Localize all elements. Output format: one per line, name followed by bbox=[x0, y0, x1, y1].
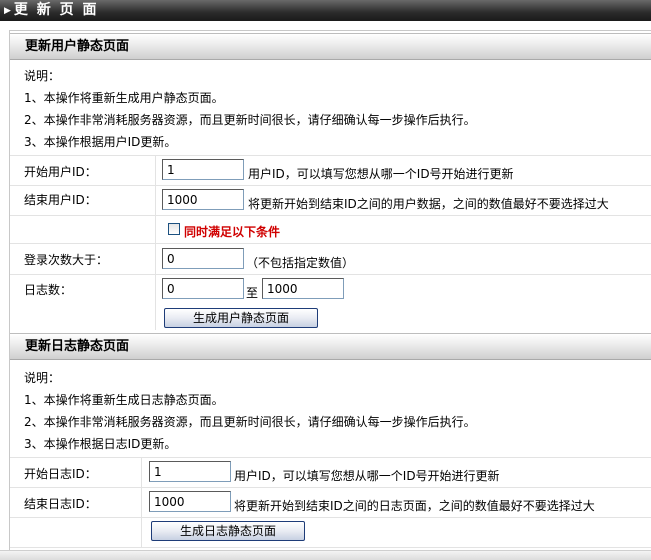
user-section-header: 更新用户静态页面 bbox=[10, 33, 651, 60]
login-count-hint: （不包括指定数值） bbox=[246, 256, 355, 270]
user-note-3: 3、本操作根据用户ID更新。 bbox=[24, 135, 177, 149]
page-title: 更 新 页 面 bbox=[13, 2, 99, 18]
end-log-id-hint: 将更新开始到结束ID之间的日志页面，之间的数值最好不要选择过大 bbox=[234, 499, 595, 513]
end-user-id-label: 结束用户ID： bbox=[24, 193, 97, 207]
horizontal-scrollbar[interactable] bbox=[0, 550, 651, 560]
log-note-1: 1、本操作将重新生成日志静态页面。 bbox=[24, 393, 224, 407]
same-conditions-label[interactable]: 同时满足以下条件 bbox=[184, 223, 280, 240]
end-log-id-label: 结束日志ID： bbox=[24, 497, 97, 511]
start-user-id-input[interactable] bbox=[162, 159, 244, 180]
page-title-bar: ▶ 更 新 页 面 bbox=[0, 0, 651, 21]
divider bbox=[10, 185, 651, 186]
divider bbox=[10, 215, 651, 216]
start-log-id-label: 开始日志ID： bbox=[24, 467, 97, 481]
divider bbox=[10, 547, 651, 548]
divider bbox=[10, 274, 651, 275]
log-section-header: 更新日志静态页面 bbox=[10, 333, 651, 360]
log-count-label: 日志数： bbox=[24, 283, 73, 297]
divider bbox=[10, 517, 651, 518]
log-note-title: 说明： bbox=[24, 371, 61, 385]
end-user-id-input[interactable] bbox=[162, 189, 244, 210]
start-log-id-hint: 用户ID，可以填写您想从哪一个ID号开始进行更新 bbox=[234, 469, 500, 483]
divider bbox=[10, 487, 651, 488]
user-note-1: 1、本操作将重新生成用户静态页面。 bbox=[24, 91, 224, 105]
end-log-id-input[interactable] bbox=[149, 491, 231, 512]
divider bbox=[10, 243, 651, 244]
login-count-input[interactable] bbox=[162, 248, 244, 269]
login-count-label: 登录次数大于： bbox=[24, 253, 109, 267]
triangle-right-icon: ▶ bbox=[4, 6, 11, 16]
main-panel: 更新用户静态页面 说明： 1、本操作将重新生成用户静态页面。 2、本操作非常消耗… bbox=[9, 30, 651, 560]
log-count-max-input[interactable] bbox=[262, 278, 344, 299]
log-note-3: 3、本操作根据日志ID更新。 bbox=[24, 437, 177, 451]
divider bbox=[10, 457, 651, 458]
divider bbox=[10, 155, 651, 156]
start-user-id-hint: 用户ID，可以填写您想从哪一个ID号开始进行更新 bbox=[248, 167, 514, 181]
column-divider bbox=[141, 457, 142, 547]
log-count-range-separator: 至 bbox=[246, 286, 259, 300]
start-user-id-label: 开始用户ID： bbox=[24, 165, 97, 179]
start-log-id-input[interactable] bbox=[149, 461, 231, 482]
generate-log-pages-button[interactable]: 生成日志静态页面 bbox=[151, 521, 305, 541]
end-user-id-hint: 将更新开始到结束ID之间的用户数据，之间的数值最好不要选择过大 bbox=[248, 197, 609, 211]
log-note-2: 2、本操作非常消耗服务器资源，而且更新时间很长，请仔细确认每一步操作后执行。 bbox=[24, 415, 476, 429]
log-count-min-input[interactable] bbox=[162, 278, 244, 299]
user-note-2: 2、本操作非常消耗服务器资源，而且更新时间很长，请仔细确认每一步操作后执行。 bbox=[24, 113, 476, 127]
same-conditions-checkbox[interactable] bbox=[168, 223, 180, 235]
generate-user-pages-button[interactable]: 生成用户静态页面 bbox=[164, 308, 318, 328]
user-note-title: 说明： bbox=[24, 69, 61, 83]
